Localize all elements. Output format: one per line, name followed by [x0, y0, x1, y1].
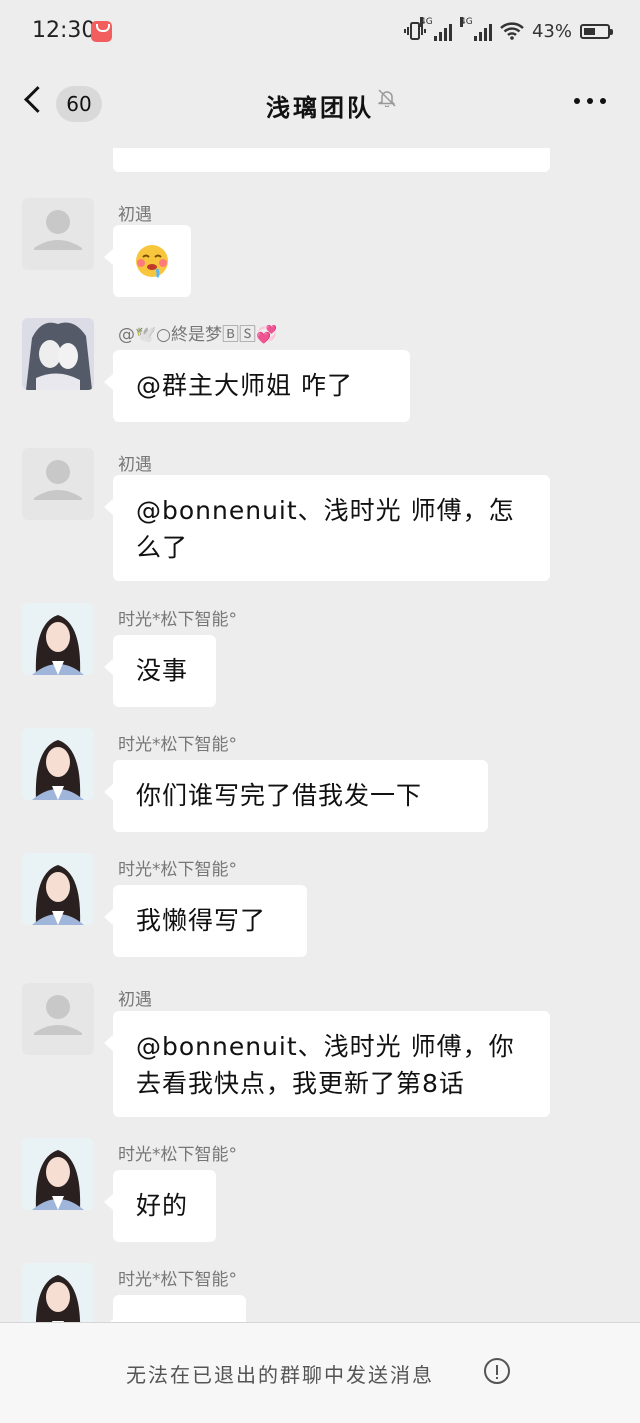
message-bubble[interactable]: 你们谁写完了借我发一下 — [104, 760, 488, 832]
message-bubble[interactable]: @bonnenuit、浅时光 师傅，怎么了 — [104, 475, 550, 581]
avatar[interactable] — [22, 448, 94, 520]
status-icons: 4G 4G 43% — [403, 17, 613, 44]
message-list[interactable]: 初遇 @🕊️○終是梦🄱🅂💞 @群主大师姐 咋了 初遇 @bonnenuit、浅时… — [0, 148, 640, 1322]
avatar[interactable] — [22, 318, 94, 390]
battery-percent: 43% — [531, 20, 572, 42]
message-bubble[interactable] — [113, 148, 550, 172]
input-disabled-footer: 无法在已退出的群聊中发送消息 — [0, 1322, 640, 1423]
default-avatar-icon — [34, 210, 82, 250]
girl-avatar-image — [22, 853, 94, 925]
group-title: 浅璃团队 — [266, 94, 374, 122]
message-bubble[interactable]: 好的 — [104, 1170, 216, 1242]
exited-group-notice: 无法在已退出的群聊中发送消息 — [126, 1363, 434, 1387]
anime-avatar-image — [22, 318, 94, 390]
avatar[interactable] — [22, 728, 94, 800]
sender-name: 时光*松下智能° — [118, 1270, 237, 1290]
message-bubble[interactable] — [104, 1295, 246, 1322]
mute-bell-icon — [378, 89, 396, 107]
emoji-drool-icon — [136, 245, 168, 279]
default-avatar-icon — [34, 460, 82, 500]
sender-name: 时光*松下智能° — [118, 1145, 237, 1165]
network-type-2: 4G — [459, 17, 473, 27]
message-bubble[interactable]: @群主大师姐 咋了 — [104, 350, 410, 422]
sender-name: 时光*松下智能° — [118, 860, 237, 880]
avatar[interactable] — [22, 1263, 94, 1322]
sender-name: 初遇 — [118, 205, 152, 225]
avatar[interactable] — [22, 603, 94, 675]
sender-name: 初遇 — [118, 990, 152, 1010]
exclamation-circle-icon[interactable] — [484, 1358, 510, 1384]
sender-name: 时光*松下智能° — [118, 735, 237, 755]
girl-avatar-image — [22, 603, 94, 675]
message-bubble[interactable]: 我懒得写了 — [104, 885, 307, 957]
sender-name: 初遇 — [118, 455, 152, 475]
avatar[interactable] — [22, 1138, 94, 1210]
girl-avatar-image — [22, 728, 94, 800]
notification-app-icon — [91, 21, 112, 42]
wifi-icon — [500, 22, 524, 40]
network-type-1: 4G — [419, 17, 433, 27]
status-bar: 12:30 4G 4G 43% — [0, 0, 640, 62]
signal-icon-2: 4G — [459, 17, 492, 41]
status-time: 12:30 — [32, 18, 96, 43]
signal-icon-1: 4G — [419, 17, 452, 41]
girl-avatar-image — [22, 1263, 94, 1322]
sender-name: 时光*松下智能° — [118, 610, 237, 630]
battery-icon — [580, 23, 613, 39]
chat-header: 60 浅璃团队 — [0, 62, 640, 148]
avatar[interactable] — [22, 198, 94, 270]
message-bubble[interactable] — [104, 225, 191, 297]
avatar[interactable] — [22, 853, 94, 925]
sender-name: @🕊️○終是梦🄱🅂💞 — [118, 325, 278, 345]
avatar[interactable] — [22, 983, 94, 1055]
more-options-icon[interactable] — [574, 98, 606, 104]
message-bubble[interactable]: @bonnenuit、浅时光 师傅，你去看我快点，我更新了第8话 — [104, 1011, 550, 1117]
default-avatar-icon — [34, 995, 82, 1035]
girl-avatar-image — [22, 1138, 94, 1210]
message-bubble[interactable]: 没事 — [104, 635, 216, 707]
